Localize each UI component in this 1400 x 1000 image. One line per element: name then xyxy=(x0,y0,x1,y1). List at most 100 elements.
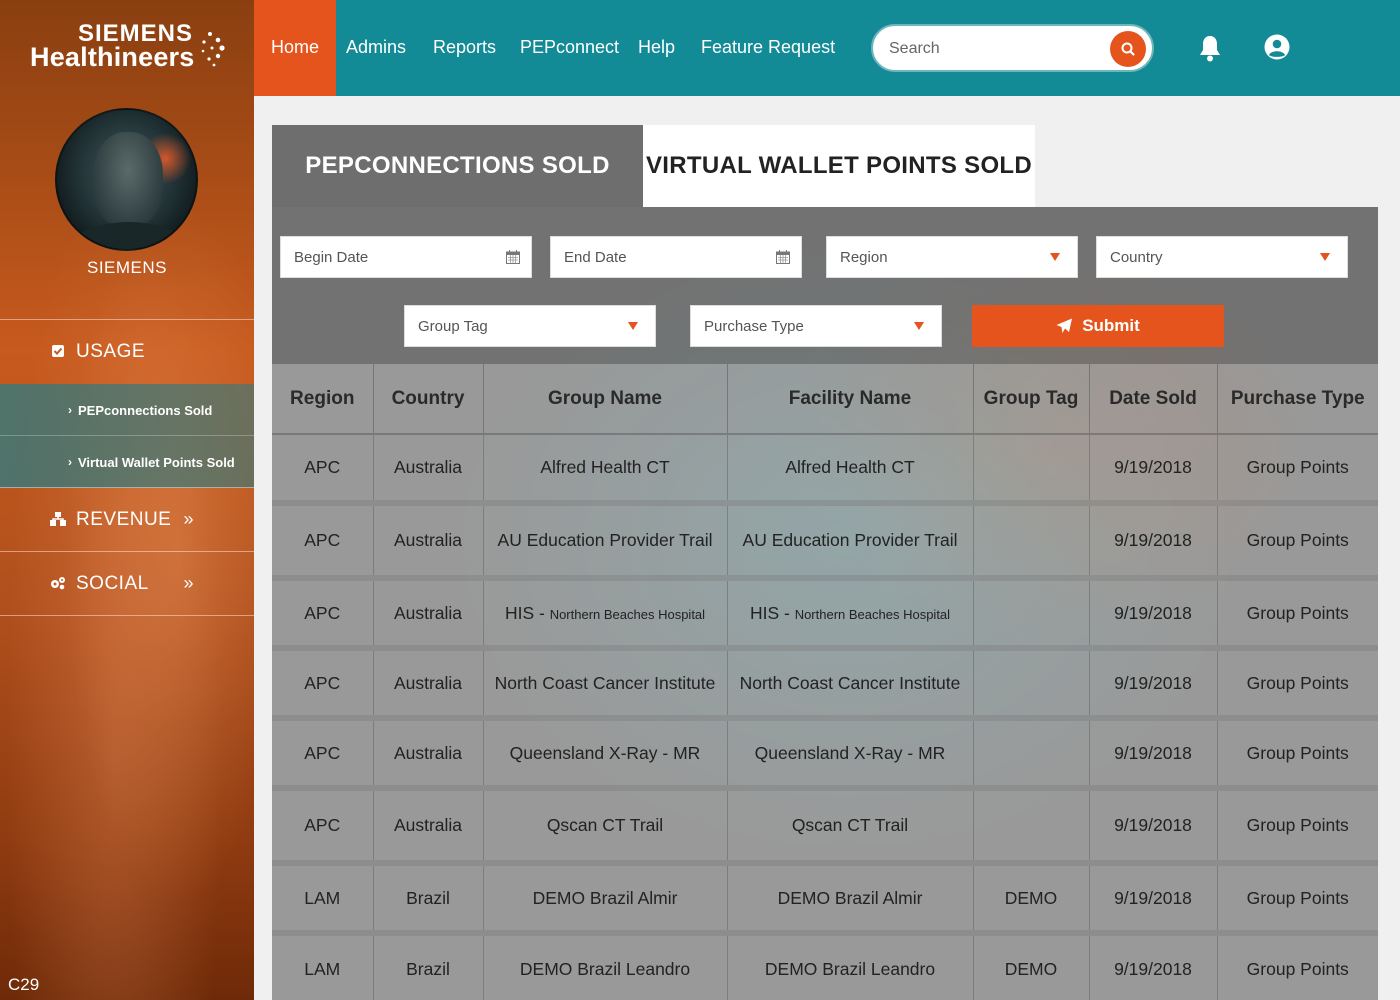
nav-feature-request[interactable]: Feature Request xyxy=(701,0,835,96)
search-box xyxy=(871,24,1154,72)
results-table: Region Country Group Name Facility Name … xyxy=(272,364,1378,1000)
sidebar-subitem-virtual-wallet-points-sold[interactable]: › Virtual Wallet Points Sold xyxy=(0,436,254,488)
column-header-group-tag[interactable]: Group Tag xyxy=(973,364,1090,435)
cell-date-sold: 9/19/2018 xyxy=(1089,434,1218,506)
chevron-right-icon: › xyxy=(68,455,72,469)
cell-country: Australia xyxy=(373,434,484,506)
cell-region: APC xyxy=(272,718,374,791)
cell-region: LAM xyxy=(272,933,374,1000)
nav-admins[interactable]: Admins xyxy=(346,0,406,96)
search-input[interactable] xyxy=(889,36,1099,62)
table-row[interactable]: APC Australia Qscan CT Trail Qscan CT Tr… xyxy=(272,788,1378,866)
group-tag-select[interactable]: Group Tag xyxy=(404,305,656,347)
cell-group-tag xyxy=(973,578,1090,651)
nav-reports[interactable]: Reports xyxy=(433,0,496,96)
sidebar: SIEMENS Healthineers SIEMENS USAGE › PEP… xyxy=(0,0,254,1000)
sidebar-item-label: USAGE xyxy=(76,340,146,362)
calendar-icon[interactable] xyxy=(776,250,790,264)
double-chevron-right-icon: » xyxy=(183,573,194,593)
cell-date-sold: 9/19/2018 xyxy=(1089,788,1218,866)
cell-date-sold: 9/19/2018 xyxy=(1089,648,1218,721)
top-navigation: Home Admins Reports PEPconnect Help Feat… xyxy=(254,0,1400,96)
table-row[interactable]: LAM Brazil DEMO Brazil Almir DEMO Brazil… xyxy=(272,863,1378,936)
end-date-field[interactable]: End Date xyxy=(550,236,802,278)
nav-home[interactable]: Home xyxy=(254,0,336,96)
submit-label: Submit xyxy=(1082,316,1140,335)
cell-country: Australia xyxy=(373,503,484,581)
nav-help[interactable]: Help xyxy=(638,0,675,96)
bell-icon[interactable] xyxy=(1198,34,1222,62)
column-header-date-sold[interactable]: Date Sold xyxy=(1089,364,1218,435)
cell-group-name: Queensland X-Ray - MR xyxy=(483,718,728,791)
cell-group-name: Alfred Health CT xyxy=(483,434,728,506)
cell-facility-name: DEMO Brazil Almir xyxy=(727,863,974,936)
cell-facility-name: Qscan CT Trail xyxy=(727,788,974,866)
begin-date-placeholder: Begin Date xyxy=(294,248,369,266)
table-row[interactable]: APC Australia AU Education Provider Trai… xyxy=(272,503,1378,581)
cell-country: Australia xyxy=(373,578,484,651)
cell-region: APC xyxy=(272,788,374,866)
cell-region: APC xyxy=(272,503,374,581)
region-select[interactable]: Region xyxy=(826,236,1078,278)
avatar-shoulders xyxy=(67,222,190,249)
cell-date-sold: 9/19/2018 xyxy=(1089,503,1218,581)
table-row[interactable]: APC Australia Queensland X-Ray - MR Quee… xyxy=(272,718,1378,791)
column-header-region[interactable]: Region xyxy=(272,364,374,435)
cell-group-name: DEMO Brazil Almir xyxy=(483,863,728,936)
sidebar-item-label: REVENUE xyxy=(76,508,172,530)
column-header-group-name[interactable]: Group Name xyxy=(483,364,728,435)
cell-facility-prefix: HIS - xyxy=(749,602,790,623)
column-header-country[interactable]: Country xyxy=(373,364,484,435)
search-icon xyxy=(1121,42,1135,56)
cell-region: APC xyxy=(272,578,374,651)
cell-group-name: HIS - Northern Beaches Hospital xyxy=(483,578,728,651)
purchase-type-select[interactable]: Purchase Type xyxy=(690,305,942,347)
nav-pepconnect[interactable]: PEPconnect xyxy=(520,0,619,96)
sidebar-item-label: SOCIAL xyxy=(76,572,149,594)
cell-group-tag xyxy=(973,503,1090,581)
search-button[interactable] xyxy=(1110,31,1146,67)
chevron-right-icon: › xyxy=(68,403,72,417)
avatar-face xyxy=(93,132,163,227)
calendar-icon[interactable] xyxy=(506,250,520,264)
cell-group-prefix: HIS - xyxy=(504,602,545,623)
table-row[interactable]: APC Australia HIS - Northern Beaches Hos… xyxy=(272,578,1378,651)
filter-bar: Begin Date End Date Region Country Group… xyxy=(272,207,1378,364)
country-select[interactable]: Country xyxy=(1096,236,1348,278)
caret-down-icon xyxy=(1320,253,1330,261)
cell-group-name: Qscan CT Trail xyxy=(483,788,728,866)
table-row[interactable]: APC Australia North Coast Cancer Institu… xyxy=(272,648,1378,721)
tab-pepconnections-sold[interactable]: PEPCONNECTIONS SOLD xyxy=(272,125,643,207)
column-header-facility-name[interactable]: Facility Name xyxy=(727,364,974,435)
cell-purchase-type: Group Points xyxy=(1217,434,1378,506)
column-header-purchase-type[interactable]: Purchase Type xyxy=(1217,364,1378,435)
cell-region: APC xyxy=(272,434,374,506)
cell-group-tag xyxy=(973,788,1090,866)
cell-purchase-type: Group Points xyxy=(1217,788,1378,866)
begin-date-field[interactable]: Begin Date xyxy=(280,236,532,278)
table-header-row: Region Country Group Name Facility Name … xyxy=(272,364,1378,435)
sitemap-icon xyxy=(50,511,66,528)
cell-country: Australia xyxy=(373,718,484,791)
cell-group-suffix: Northern Beaches Hospital xyxy=(549,606,706,622)
submit-button[interactable]: Submit xyxy=(972,305,1224,347)
sidebar-subitem-pepconnections-sold[interactable]: › PEPconnections Sold xyxy=(0,384,254,436)
table-row[interactable]: APC Australia Alfred Health CT Alfred He… xyxy=(272,434,1378,506)
cell-purchase-type: Group Points xyxy=(1217,718,1378,791)
group-tag-select-value: Group Tag xyxy=(418,317,488,335)
cell-purchase-type: Group Points xyxy=(1217,503,1378,581)
sidebar-item-usage[interactable]: USAGE xyxy=(0,320,254,383)
cell-purchase-type: Group Points xyxy=(1217,648,1378,721)
cell-group-name: AU Education Provider Trail xyxy=(483,503,728,581)
cell-group-tag xyxy=(973,434,1090,506)
cogs-icon xyxy=(50,576,66,592)
avatar[interactable] xyxy=(55,108,198,251)
tab-virtual-wallet-points-sold[interactable]: VIRTUAL WALLET POINTS SOLD xyxy=(643,125,1035,207)
sidebar-item-social[interactable]: SOCIAL » xyxy=(0,552,254,615)
user-circle-icon[interactable] xyxy=(1264,34,1290,60)
table-row[interactable]: LAM Brazil DEMO Brazil Leandro DEMO Braz… xyxy=(272,933,1378,1000)
sidebar-item-revenue[interactable]: REVENUE » xyxy=(0,488,254,551)
sidebar-subitem-label: PEPconnections Sold xyxy=(78,402,213,418)
country-select-value: Country xyxy=(1110,248,1163,266)
siemens-healthineers-logo[interactable]: SIEMENS Healthineers xyxy=(30,18,230,78)
